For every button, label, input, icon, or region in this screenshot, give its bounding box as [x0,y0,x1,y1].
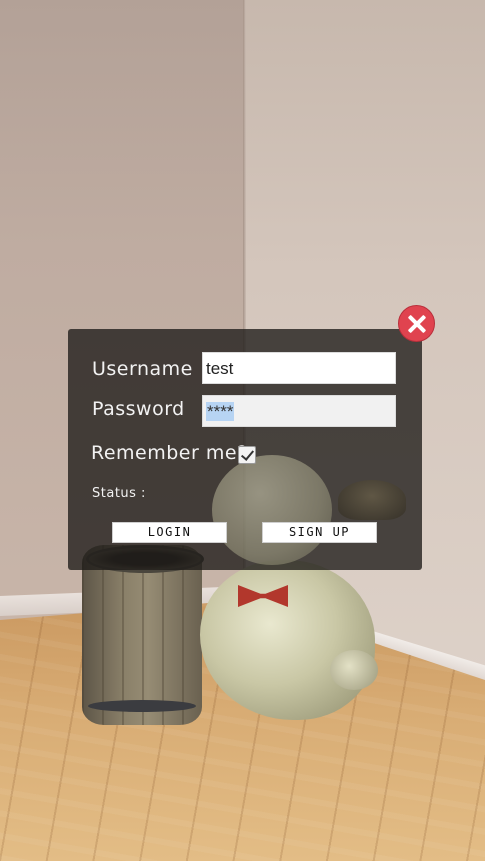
close-button[interactable] [398,305,435,342]
password-value: **** [206,402,235,421]
barrel-band [88,700,196,712]
username-field[interactable]: test [202,352,396,384]
snowman-hat [338,480,406,520]
username-value: test [206,359,234,378]
status-label: Status : [92,486,146,501]
remember-me-checkbox[interactable] [238,446,256,464]
login-button[interactable]: LOGIN [112,522,227,543]
snowman-arm [330,650,378,690]
status-label-text: Status : [92,486,146,501]
password-label: Password [92,398,185,420]
username-label: Username [92,358,193,380]
snowman-head [212,455,332,565]
remember-me-label: Remember me? [91,442,248,464]
sign-up-button[interactable]: SIGN UP [262,522,377,543]
password-field[interactable]: **** [202,395,396,427]
